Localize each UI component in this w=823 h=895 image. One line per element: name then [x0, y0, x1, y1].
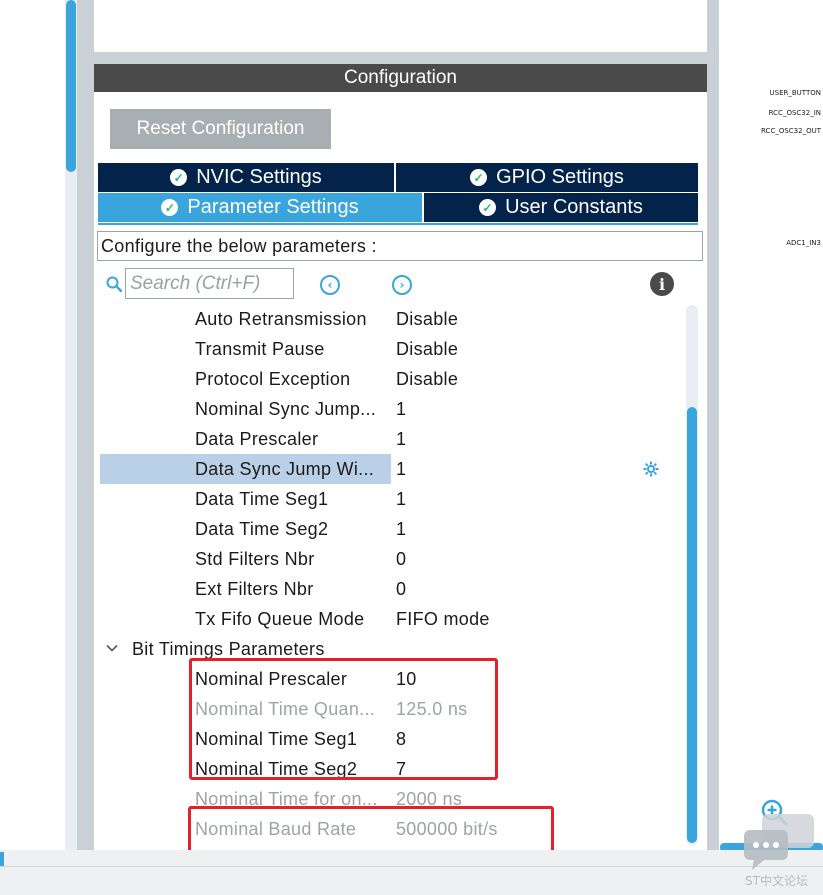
parameter-value[interactable]: 1 — [396, 399, 406, 420]
tab-parameter-settings[interactable]: ✓ Parameter Settings — [98, 193, 422, 222]
parameter-value[interactable]: 1 — [396, 459, 406, 480]
parameter-name: Std Filters Nbr — [195, 549, 315, 569]
parameter-row[interactable]: Ext Filters Nbr 0 — [94, 574, 686, 604]
mode-panel-area — [94, 0, 707, 52]
reset-configuration-button[interactable]: Reset Configuration — [110, 109, 331, 149]
description-text: Configure the below parameters : — [101, 235, 377, 256]
pin-label[interactable]: USER_BUTTON — [770, 89, 821, 97]
parameter-row[interactable]: Protocol Exception Disable — [94, 364, 686, 394]
annotation-box-baud-rate — [188, 806, 554, 854]
tab-label: Parameter Settings — [187, 196, 359, 218]
chevron-down-icon[interactable] — [106, 642, 118, 654]
check-circle-icon: ✓ — [170, 169, 188, 186]
search-previous-icon[interactable]: ‹ — [320, 275, 340, 295]
parameter-name: Data Prescaler — [195, 429, 319, 449]
check-circle-icon: ✓ — [470, 169, 488, 186]
parameter-name: Tx Fifo Queue Mode — [195, 609, 365, 629]
parameter-list-scrollbar-thumb[interactable] — [687, 407, 697, 843]
reset-configuration-label: Reset Configuration — [136, 118, 305, 139]
parameter-row-selected[interactable]: Data Sync Jump Wi... 1 — [94, 454, 686, 484]
parameter-row[interactable]: Data Time Seg2 1 — [94, 514, 686, 544]
configuration-title: Configuration — [343, 67, 458, 88]
parameter-row[interactable]: Std Filters Nbr 0 — [94, 544, 686, 574]
panel-right-border — [707, 0, 719, 850]
parameter-name: Data Sync Jump Wi... — [195, 459, 375, 479]
tab-user-constants[interactable]: ✓ User Constants — [424, 193, 698, 222]
parameter-row[interactable]: Nominal Sync Jump... 1 — [94, 394, 686, 424]
tab-gpio-settings[interactable]: ✓ GPIO Settings — [396, 163, 698, 192]
left-gutter — [77, 0, 94, 850]
parameter-value[interactable]: 1 — [396, 429, 406, 450]
bottom-divider — [0, 866, 823, 867]
panel-splitter[interactable] — [94, 52, 707, 64]
search-icon[interactable] — [106, 276, 122, 292]
parameter-row[interactable]: Data Prescaler 1 — [94, 424, 686, 454]
watermark-text: ST中文论坛 — [745, 874, 808, 888]
parameter-name: Protocol Exception — [195, 369, 351, 389]
pin-label[interactable]: ADC1_IN3 — [786, 239, 821, 247]
left-scrollbar-thumb[interactable] — [66, 0, 76, 172]
parameter-row[interactable]: Transmit Pause Disable — [94, 334, 686, 364]
parameters-description: Configure the below parameters : — [97, 231, 703, 261]
parameter-value[interactable]: 1 — [396, 519, 406, 540]
search-placeholder: Search (Ctrl+F) — [130, 272, 261, 294]
parameter-value[interactable]: Disable — [396, 339, 458, 360]
parameter-value[interactable]: 1 — [396, 489, 406, 510]
parameter-row[interactable]: Auto Retransmission Disable — [94, 304, 686, 334]
parameter-name: Ext Filters Nbr — [195, 579, 314, 599]
parameter-name: Data Time Seg1 — [195, 489, 329, 509]
parameter-value[interactable]: 0 — [396, 549, 406, 570]
tab-label: GPIO Settings — [496, 166, 624, 188]
tab-label: NVIC Settings — [196, 166, 322, 188]
parameter-value[interactable]: Disable — [396, 369, 458, 390]
parameter-row[interactable]: Tx Fifo Queue Mode FIFO mode — [94, 604, 686, 634]
left-canvas — [0, 0, 60, 850]
pin-label[interactable]: RCC_OSC32_OUT — [761, 127, 821, 135]
parameter-name: Nominal Sync Jump... — [195, 399, 377, 419]
pin-label[interactable]: RCC_OSC32_IN — [769, 109, 821, 117]
parameter-row[interactable]: Data Time Seg1 1 — [94, 484, 686, 514]
group-name: Bit Timings Parameters — [132, 639, 325, 659]
parameter-value[interactable]: 0 — [396, 579, 406, 600]
parameter-value[interactable]: FIFO mode — [396, 609, 490, 630]
tab-nvic-settings[interactable]: ✓ NVIC Settings — [98, 163, 394, 192]
check-circle-icon: ✓ — [479, 199, 497, 216]
parameter-name: Auto Retransmission — [195, 309, 367, 329]
search-input[interactable]: Search (Ctrl+F) — [125, 268, 294, 299]
configuration-header: Configuration — [94, 64, 707, 92]
parameter-name: Data Time Seg2 — [195, 519, 329, 539]
check-circle-icon: ✓ — [161, 199, 179, 216]
info-icon[interactable]: i — [650, 272, 674, 296]
bottom-scroll-indicator[interactable] — [0, 852, 4, 866]
gear-icon[interactable] — [642, 460, 660, 478]
tab-label: User Constants — [505, 196, 643, 218]
annotation-box-bit-timings — [189, 658, 498, 780]
search-next-icon[interactable]: › — [392, 275, 412, 295]
bottom-bar — [0, 850, 823, 895]
tab-underline — [98, 223, 698, 225]
parameter-name: Transmit Pause — [195, 339, 325, 359]
parameter-value[interactable]: Disable — [396, 309, 458, 330]
